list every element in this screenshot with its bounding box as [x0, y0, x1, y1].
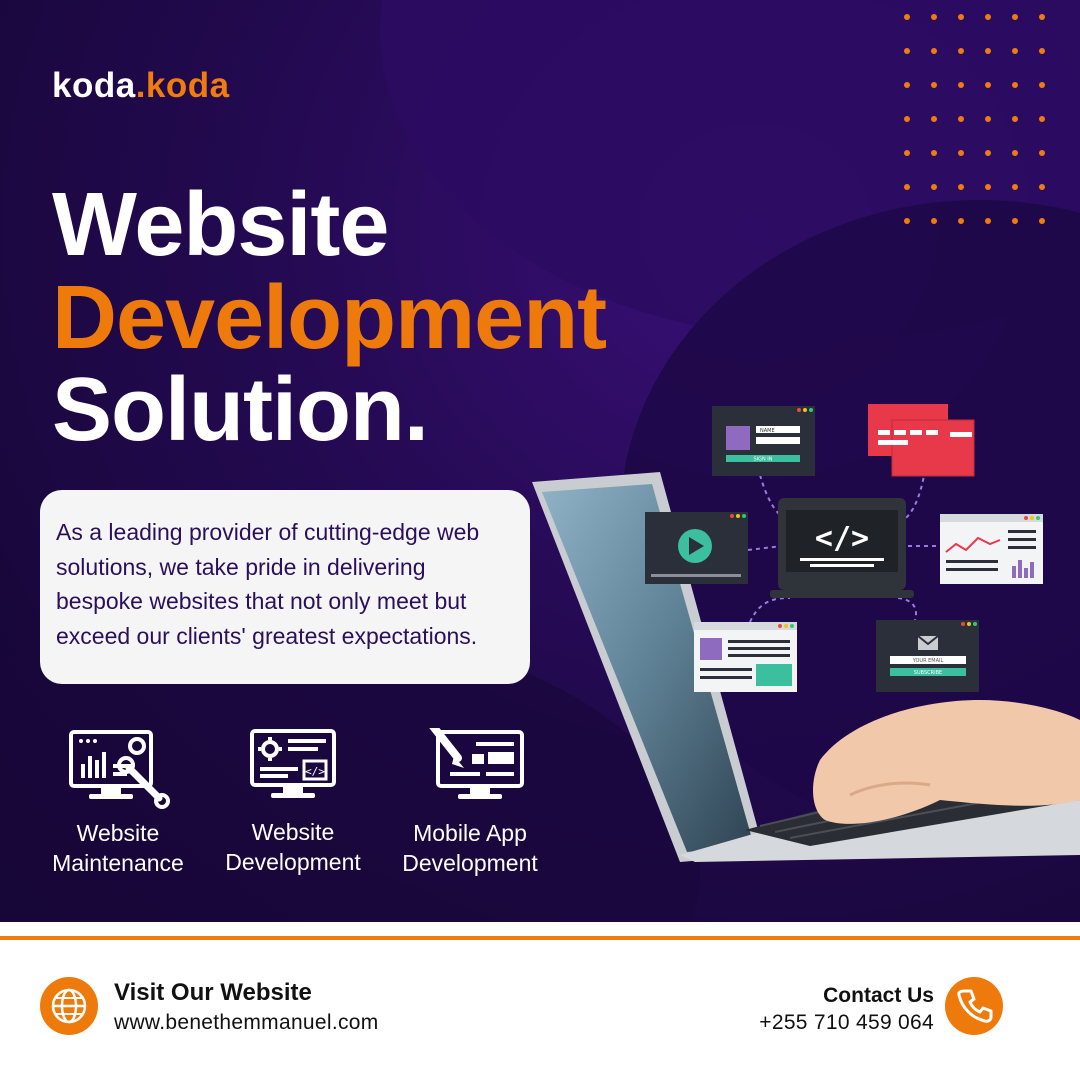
dot — [1012, 150, 1018, 156]
dot — [985, 150, 991, 156]
dot — [1012, 218, 1018, 224]
dot — [985, 184, 991, 190]
headline-line-1: Website — [52, 175, 389, 275]
dot — [985, 218, 991, 224]
dot — [931, 14, 937, 20]
dot — [904, 218, 910, 224]
description-card: As a leading provider of cutting-edge we… — [40, 490, 530, 684]
dot — [1012, 48, 1018, 54]
dot — [958, 184, 964, 190]
svg-text:SUBSCRIBE: SUBSCRIBE — [914, 670, 942, 676]
dot — [1039, 218, 1045, 224]
dot — [985, 48, 991, 54]
dot — [1012, 82, 1018, 88]
website-title: Visit Our Website — [114, 979, 312, 1006]
dot — [904, 48, 910, 54]
dot — [958, 14, 964, 20]
service-website-maintenance: Website Maintenance — [23, 728, 213, 878]
description-text: As a leading provider of cutting-edge we… — [56, 519, 480, 649]
footer-divider — [0, 936, 1080, 940]
dot — [1039, 184, 1045, 190]
dot — [931, 218, 937, 224]
dot — [1012, 14, 1018, 20]
monitor-pen-icon — [429, 728, 524, 799]
dot — [1039, 116, 1045, 122]
headline-line-3: Solution. — [52, 360, 429, 460]
dot — [985, 14, 991, 20]
phone-icon — [945, 977, 1003, 1035]
dot — [958, 150, 964, 156]
dot — [1039, 14, 1045, 20]
dot — [904, 150, 910, 156]
dot — [904, 82, 910, 88]
dot — [904, 14, 910, 20]
dot — [1039, 82, 1045, 88]
dot — [985, 82, 991, 88]
dot — [931, 184, 937, 190]
dot — [958, 218, 964, 224]
svg-text:YOUR EMAIL: YOUR EMAIL — [912, 658, 944, 664]
svg-text:NAME: NAME — [760, 428, 775, 434]
monitor-wrench-icon — [69, 730, 170, 809]
code-symbol: </> — [815, 521, 869, 556]
contact-title: Contact Us — [823, 984, 934, 1007]
dot — [931, 150, 937, 156]
laptop-web-illustration: </> NAME SIGN IN YOUR EMAIL SUBSCRIBE — [532, 404, 1080, 862]
service-label-line-1: Website — [251, 819, 335, 845]
dot — [904, 184, 910, 190]
dot — [931, 116, 937, 122]
dot — [1012, 116, 1018, 122]
dot — [931, 82, 937, 88]
dot — [904, 116, 910, 122]
hero-banner: koda.koda Website Development Solution. … — [0, 0, 1080, 922]
dot — [958, 48, 964, 54]
monitor-gear-code-icon: </> — [250, 729, 336, 798]
globe-icon — [40, 977, 98, 1035]
service-label-line-2: Maintenance — [52, 850, 184, 876]
service-website-development: </> Website Development — [198, 727, 388, 877]
svg-text:SIGN IN: SIGN IN — [753, 457, 772, 463]
dot — [931, 48, 937, 54]
contact-phone[interactable]: +255 710 459 064 — [759, 1011, 934, 1035]
service-label-line-1: Website — [76, 820, 160, 846]
dot — [1039, 48, 1045, 54]
dot — [958, 116, 964, 122]
service-label-line-2: Development — [225, 849, 361, 875]
dot — [958, 82, 964, 88]
brand-logo: koda.koda — [52, 66, 230, 105]
dot — [1012, 184, 1018, 190]
headline-line-2: Development — [52, 268, 607, 368]
svg-text:</>: </> — [305, 765, 325, 778]
dot — [985, 116, 991, 122]
dot — [1039, 150, 1045, 156]
website-url[interactable]: www.benethemmanuel.com — [114, 1011, 379, 1035]
